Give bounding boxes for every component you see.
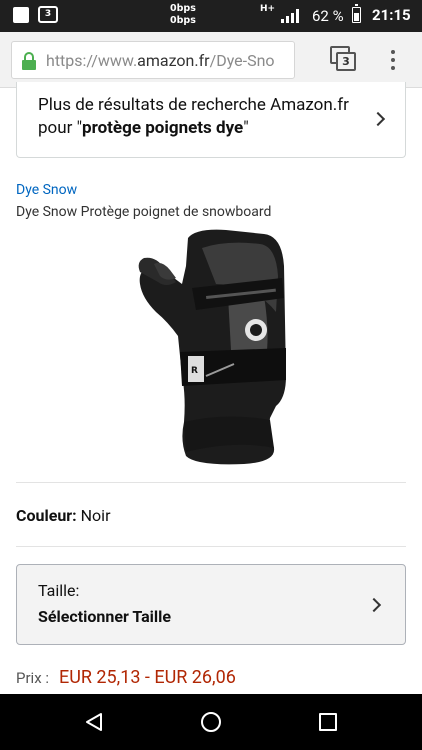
overflow-menu-icon[interactable]: [386, 48, 400, 72]
size-value: Sélectionner Taille: [38, 607, 172, 626]
price-label: Prix :: [16, 668, 49, 687]
screen: 3 0bps 0bps H+ 62 % 21:15 https://www.am…: [0, 0, 422, 750]
signal-icon: [281, 9, 299, 23]
navigation-bar: [0, 694, 422, 750]
more-results-link[interactable]: Plus de résultats de recherche Amazon.fr…: [16, 82, 406, 158]
notification-square-icon: [13, 7, 29, 23]
status-bar: 3 0bps 0bps H+ 62 % 21:15: [0, 0, 422, 32]
color-value: Noir: [80, 506, 111, 525]
chevron-right-icon: [366, 597, 382, 613]
more-results-line2: pour "protège poignets dye": [38, 118, 249, 138]
divider: [16, 546, 406, 547]
notification-count-badge: 3: [38, 6, 58, 23]
battery-icon: [352, 4, 361, 23]
brand-link[interactable]: Dye Snow: [16, 181, 77, 199]
lock-icon: [22, 52, 36, 70]
clock: 21:15: [372, 6, 411, 24]
price-row: Prix : EUR 25,13 - EUR 26,06: [16, 667, 236, 691]
home-icon[interactable]: [201, 712, 221, 732]
size-selector-button[interactable]: Taille: Sélectionner Taille: [16, 564, 406, 645]
network-type: H+: [260, 4, 276, 14]
url-text[interactable]: https://www.amazon.fr/Dye-Sno: [46, 50, 292, 72]
product-image[interactable]: R: [136, 226, 288, 466]
url-path: /Dye-Sno: [209, 51, 275, 70]
url-prefix: https://www.: [46, 51, 138, 70]
recent-apps-icon[interactable]: [319, 713, 337, 731]
divider: [16, 482, 406, 483]
search-query: protège poignets dye: [82, 118, 244, 138]
price-value: EUR 25,13 - EUR 26,06: [58, 667, 236, 689]
back-icon[interactable]: [84, 712, 104, 732]
browser-toolbar: https://www.amazon.fr/Dye-Sno 3: [0, 32, 422, 88]
address-bar[interactable]: https://www.amazon.fr/Dye-Sno: [11, 41, 295, 79]
url-host: amazon.fr: [137, 51, 210, 70]
tab-count: 3: [336, 52, 356, 71]
network-speed: 0bps 0bps: [170, 3, 196, 27]
product-title: Dye Snow Protège poignet de snowboard: [16, 204, 272, 220]
chevron-right-icon: [370, 111, 386, 127]
more-results-line1: Plus de résultats de recherche Amazon.fr: [38, 95, 349, 115]
svg-text:R: R: [191, 366, 198, 376]
size-label: Taille:: [38, 581, 80, 600]
network-speed-up: 0bps: [170, 3, 196, 14]
battery-percent: 62 %: [312, 7, 344, 25]
color-row: Couleur: Noir: [16, 506, 111, 526]
color-label: Couleur:: [16, 506, 77, 525]
tabs-button[interactable]: 3: [330, 46, 358, 72]
more-results-text: Plus de résultats de recherche Amazon.fr…: [38, 94, 368, 140]
network-speed-down: 0bps: [170, 15, 196, 26]
